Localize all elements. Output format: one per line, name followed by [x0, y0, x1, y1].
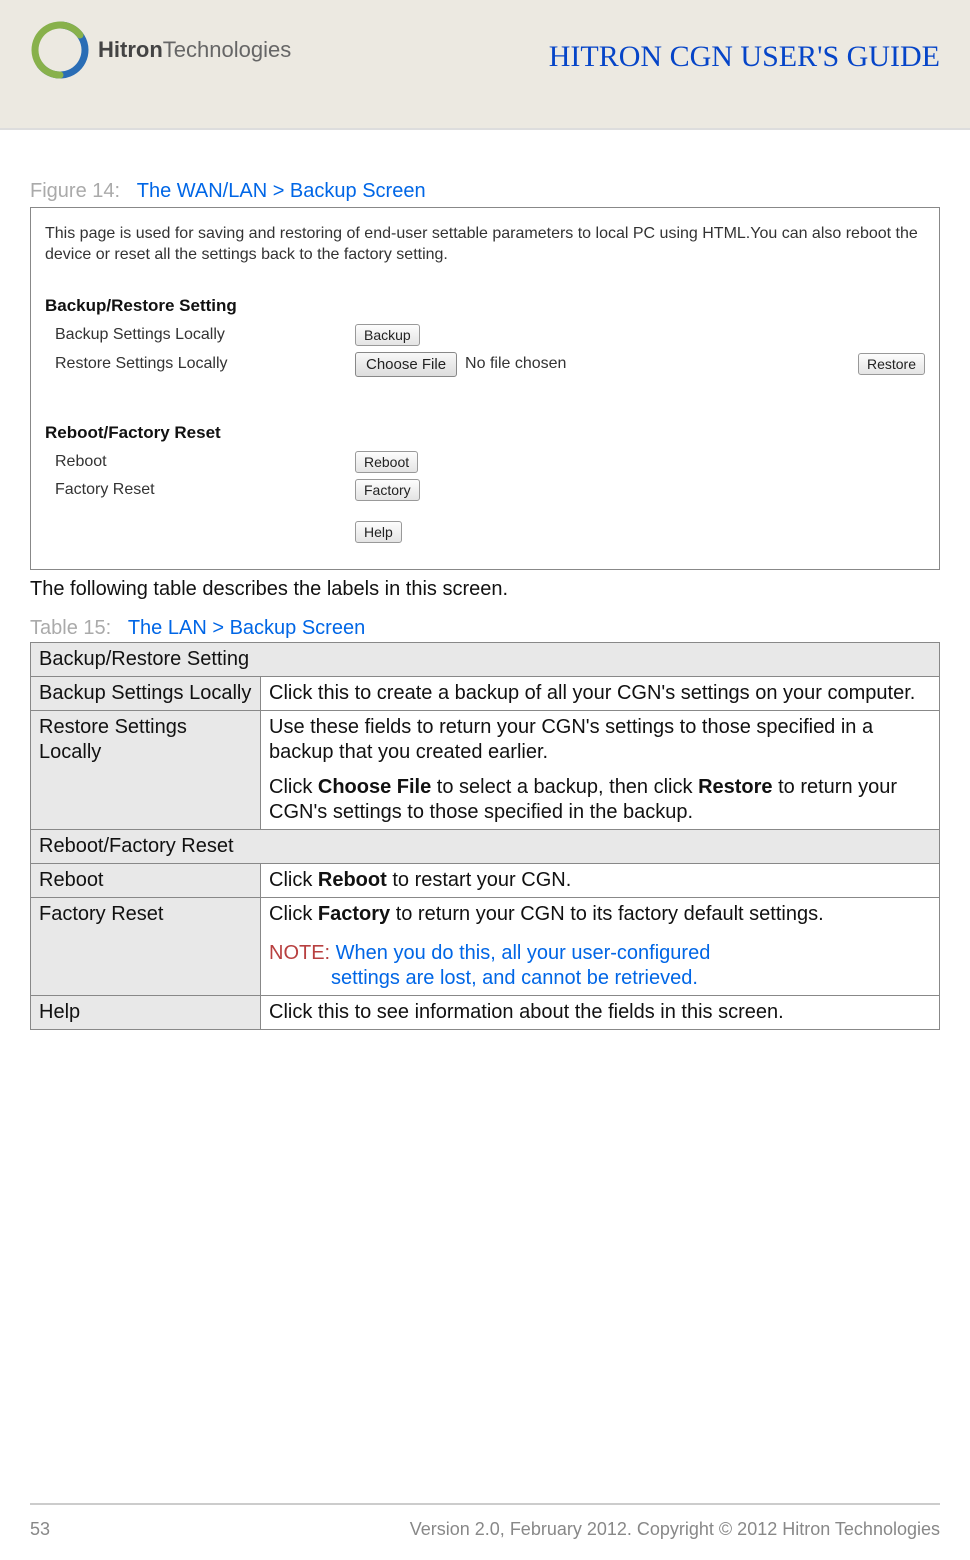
- page-header: HitronTechnologies HITRON CGN USER'S GUI…: [0, 0, 970, 130]
- figure-title: The WAN/LAN > Backup Screen: [137, 180, 426, 202]
- table-label-cell: Help: [31, 995, 261, 1029]
- note-text: settings are lost, and cannot be retriev…: [269, 966, 931, 991]
- copyright-text: Version 2.0, February 2012. Copyright © …: [410, 1519, 940, 1540]
- factory-reset-label: Factory Reset: [45, 481, 355, 499]
- backup-label: Backup Settings Locally: [45, 326, 355, 344]
- page-content: Figure 14: The WAN/LAN > Backup Screen T…: [0, 130, 970, 1030]
- table-row: Help Click this to see information about…: [31, 995, 940, 1029]
- table-label-cell: Factory Reset: [31, 897, 261, 995]
- note-text: When you do this, all your user-configur…: [330, 942, 710, 964]
- help-row: Help: [45, 521, 925, 543]
- file-chosen-status: No file chosen: [465, 355, 566, 373]
- description-table: Backup/Restore Setting Backup Settings L…: [30, 642, 940, 1030]
- table-title: The LAN > Backup Screen: [128, 617, 365, 639]
- table-row: Reboot Click Reboot to restart your CGN.: [31, 863, 940, 897]
- help-button[interactable]: Help: [355, 521, 402, 543]
- table-section-header: Backup/Restore Setting: [31, 642, 940, 676]
- table-label-cell: Reboot: [31, 863, 261, 897]
- restore-row: Restore Settings Locally Choose File No …: [45, 352, 925, 377]
- footer-divider: [30, 1503, 940, 1505]
- page-footer: 53 Version 2.0, February 2012. Copyright…: [30, 1518, 940, 1540]
- table-desc-cell: Use these fields to return your CGN's se…: [261, 710, 940, 829]
- document-title: HITRON CGN USER'S GUIDE: [549, 40, 940, 74]
- table-desc-cell: Click this to see information about the …: [261, 995, 940, 1029]
- screenshot-intro-text: This page is used for saving and restori…: [45, 224, 925, 266]
- table-label-cell: Backup Settings Locally: [31, 676, 261, 710]
- table-section-row: Reboot/Factory Reset: [31, 829, 940, 863]
- table-desc-cell: Click Reboot to restart your CGN.: [261, 863, 940, 897]
- table-number: Table 15:: [30, 617, 111, 639]
- embedded-screenshot: This page is used for saving and restori…: [30, 207, 940, 570]
- table-desc-cell: Click this to create a backup of all you…: [261, 676, 940, 710]
- backup-row: Backup Settings Locally Backup: [45, 324, 925, 346]
- page-number: 53: [30, 1519, 50, 1540]
- table-section-row: Backup/Restore Setting: [31, 642, 940, 676]
- table-desc-cell: Click Factory to return your CGN to its …: [261, 897, 940, 995]
- reboot-button[interactable]: Reboot: [355, 451, 418, 473]
- figure-caption: Figure 14: The WAN/LAN > Backup Screen: [30, 180, 940, 203]
- body-paragraph: The following table describes the labels…: [30, 578, 940, 601]
- choose-file-button[interactable]: Choose File: [355, 352, 457, 377]
- logo-text: HitronTechnologies: [98, 37, 291, 63]
- factory-button[interactable]: Factory: [355, 479, 420, 501]
- table-label-cell: Restore Settings Locally: [31, 710, 261, 829]
- reboot-factory-heading: Reboot/Factory Reset: [45, 423, 925, 443]
- logo: HitronTechnologies: [30, 20, 291, 80]
- table-row: Backup Settings Locally Click this to cr…: [31, 676, 940, 710]
- figure-number: Figure 14:: [30, 180, 120, 202]
- backup-restore-heading: Backup/Restore Setting: [45, 296, 925, 316]
- factory-row: Factory Reset Factory: [45, 479, 925, 501]
- table-row: Factory Reset Click Factory to return yo…: [31, 897, 940, 995]
- table-row: Restore Settings Locally Use these field…: [31, 710, 940, 829]
- restore-label: Restore Settings Locally: [45, 355, 355, 373]
- reboot-label: Reboot: [45, 453, 355, 471]
- table-caption: Table 15: The LAN > Backup Screen: [30, 617, 940, 640]
- note-label: NOTE:: [269, 942, 330, 964]
- backup-button[interactable]: Backup: [355, 324, 420, 346]
- table-section-header: Reboot/Factory Reset: [31, 829, 940, 863]
- logo-swirl-icon: [30, 20, 90, 80]
- reboot-row: Reboot Reboot: [45, 451, 925, 473]
- restore-button[interactable]: Restore: [858, 353, 925, 375]
